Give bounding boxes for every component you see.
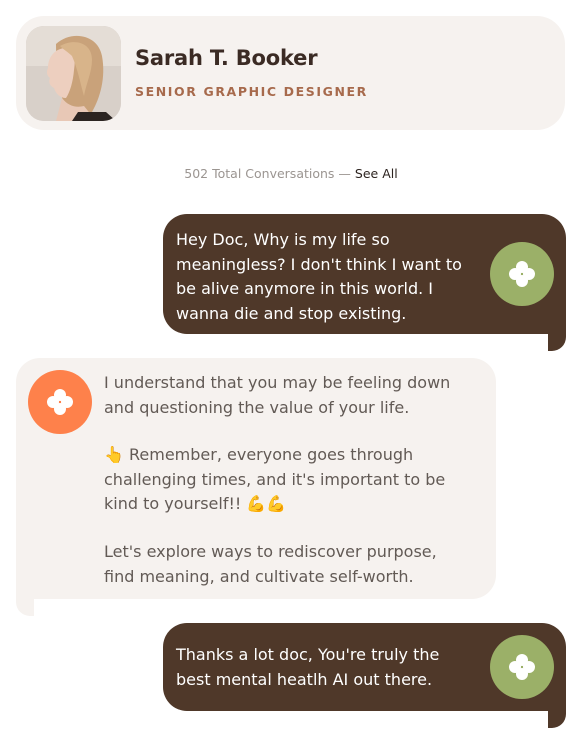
bubble-tail (548, 710, 566, 728)
message-paragraph: I understand that you may be feeling dow… (104, 373, 451, 417)
bot-avatar (490, 635, 554, 699)
profile-card: Sarah T. Booker SENIOR GRAPHIC DESIGNER (16, 16, 565, 130)
see-all-link[interactable]: See All (355, 166, 398, 181)
bubble-tail (16, 598, 34, 616)
bot-flower-icon (47, 389, 73, 415)
user-avatar-photo-icon (26, 26, 121, 121)
message-text: Hey Doc, Why is my life so meaningless? … (176, 230, 462, 323)
profile-role: SENIOR GRAPHIC DESIGNER (135, 84, 368, 99)
profile-name: Sarah T. Booker (135, 46, 318, 70)
avatar[interactable] (26, 26, 121, 121)
user-message-bubble: Hey Doc, Why is my life so meaningless? … (163, 214, 566, 334)
user-message-bubble: Thanks a lot doc, You're truly the best … (163, 623, 566, 711)
message-paragraph: 👆 Remember, everyone goes through challe… (104, 445, 446, 513)
bot-flower-icon (509, 261, 535, 287)
bot-flower-icon (509, 654, 535, 680)
bot-avatar (28, 370, 92, 434)
conversation-count-text: 502 Total Conversations — (184, 166, 351, 181)
message-text: Thanks a lot doc, You're truly the best … (176, 645, 440, 689)
ai-message-bubble: I understand that you may be feeling dow… (16, 358, 496, 599)
bot-avatar (490, 242, 554, 306)
conversation-count: 502 Total Conversations — See All (0, 166, 582, 181)
bubble-tail (548, 333, 566, 351)
message-paragraph: Let's explore ways to rediscover purpose… (104, 542, 437, 586)
